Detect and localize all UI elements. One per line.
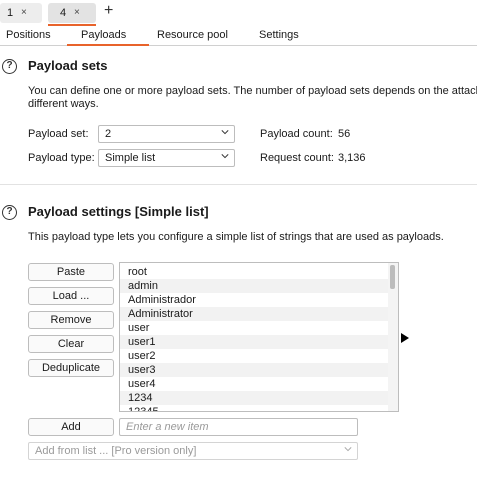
payload-list[interactable]: root admin Administrador Administrator user u…	[119, 262, 399, 412]
window-tab-label: 1	[7, 7, 14, 19]
add-from-list-label: Add from list ... [Pro version only]	[35, 445, 197, 457]
list-item[interactable]: Administrator	[120, 307, 388, 321]
payload-set-value: 2	[105, 128, 112, 140]
payload-set-label: Payload set:	[28, 128, 89, 140]
collapse-arrow-icon[interactable]	[401, 333, 409, 343]
deduplicate-button[interactable]: Deduplicate	[28, 359, 114, 377]
request-count-label: Request count:	[260, 152, 334, 164]
active-subtab-underline	[67, 44, 149, 46]
paste-button[interactable]: Paste	[28, 263, 114, 281]
window-tab-strip: 1 × 4 × +	[0, 0, 477, 26]
window-tab-label: 4	[60, 7, 67, 19]
payload-settings-heading: Payload settings [Simple list]	[28, 204, 209, 219]
load-button[interactable]: Load ...	[28, 287, 114, 305]
tab-payloads[interactable]: Payloads	[81, 29, 126, 41]
window-tab-4[interactable]: 4 ×	[48, 3, 96, 26]
window-tab-1[interactable]: 1 ×	[0, 3, 42, 23]
tab-settings[interactable]: Settings	[259, 29, 299, 41]
close-icon[interactable]: ×	[74, 7, 80, 18]
payload-type-select[interactable]: Simple list	[98, 149, 235, 167]
payload-list-rows: root admin Administrador Administrator user u…	[120, 263, 398, 411]
payload-sets-description-cont: different ways.	[28, 98, 99, 110]
list-item[interactable]: 12345	[120, 405, 388, 411]
payload-set-select[interactable]: 2	[98, 125, 235, 143]
request-count-value: 3,136	[338, 152, 366, 164]
add-tab-icon[interactable]: +	[104, 2, 113, 20]
chevron-down-icon	[221, 130, 229, 135]
tab-positions[interactable]: Positions	[6, 29, 51, 41]
list-item[interactable]: Administrador	[120, 293, 388, 307]
remove-button[interactable]: Remove	[28, 311, 114, 329]
payload-settings-description: This payload type lets you configure a s…	[28, 231, 444, 243]
list-item[interactable]: admin	[120, 279, 388, 293]
help-icon[interactable]: ?	[2, 59, 17, 74]
payload-count-label: Payload count:	[260, 128, 333, 140]
new-item-input[interactable]: Enter a new item	[119, 418, 358, 436]
add-button[interactable]: Add	[28, 418, 114, 436]
help-icon[interactable]: ?	[2, 205, 17, 220]
list-item[interactable]: 1234	[120, 391, 388, 405]
payload-count-value: 56	[338, 128, 351, 140]
payload-sets-heading: Payload sets	[28, 58, 108, 73]
payload-type-value: Simple list	[105, 152, 156, 164]
section-divider	[0, 184, 477, 185]
payload-type-label: Payload type:	[28, 152, 95, 164]
list-item[interactable]: user4	[120, 377, 388, 391]
list-item[interactable]: user2	[120, 349, 388, 363]
add-from-list-select: Add from list ... [Pro version only]	[28, 442, 358, 460]
list-item[interactable]: user1	[120, 335, 388, 349]
intruder-sub-tabs: Positions Payloads Resource pool Setting…	[0, 26, 477, 46]
clear-button[interactable]: Clear	[28, 335, 114, 353]
tab-resource-pool[interactable]: Resource pool	[157, 29, 228, 41]
scrollbar-thumb[interactable]	[390, 265, 395, 289]
list-item[interactable]: user	[120, 321, 388, 335]
close-icon[interactable]: ×	[21, 7, 27, 18]
chevron-down-icon	[221, 154, 229, 159]
list-scrollbar[interactable]	[388, 263, 398, 411]
list-item[interactable]: root	[120, 265, 388, 279]
chevron-down-icon	[344, 447, 352, 452]
list-item[interactable]: user3	[120, 363, 388, 377]
payload-sets-description: You can define one or more payload sets.…	[28, 85, 477, 97]
